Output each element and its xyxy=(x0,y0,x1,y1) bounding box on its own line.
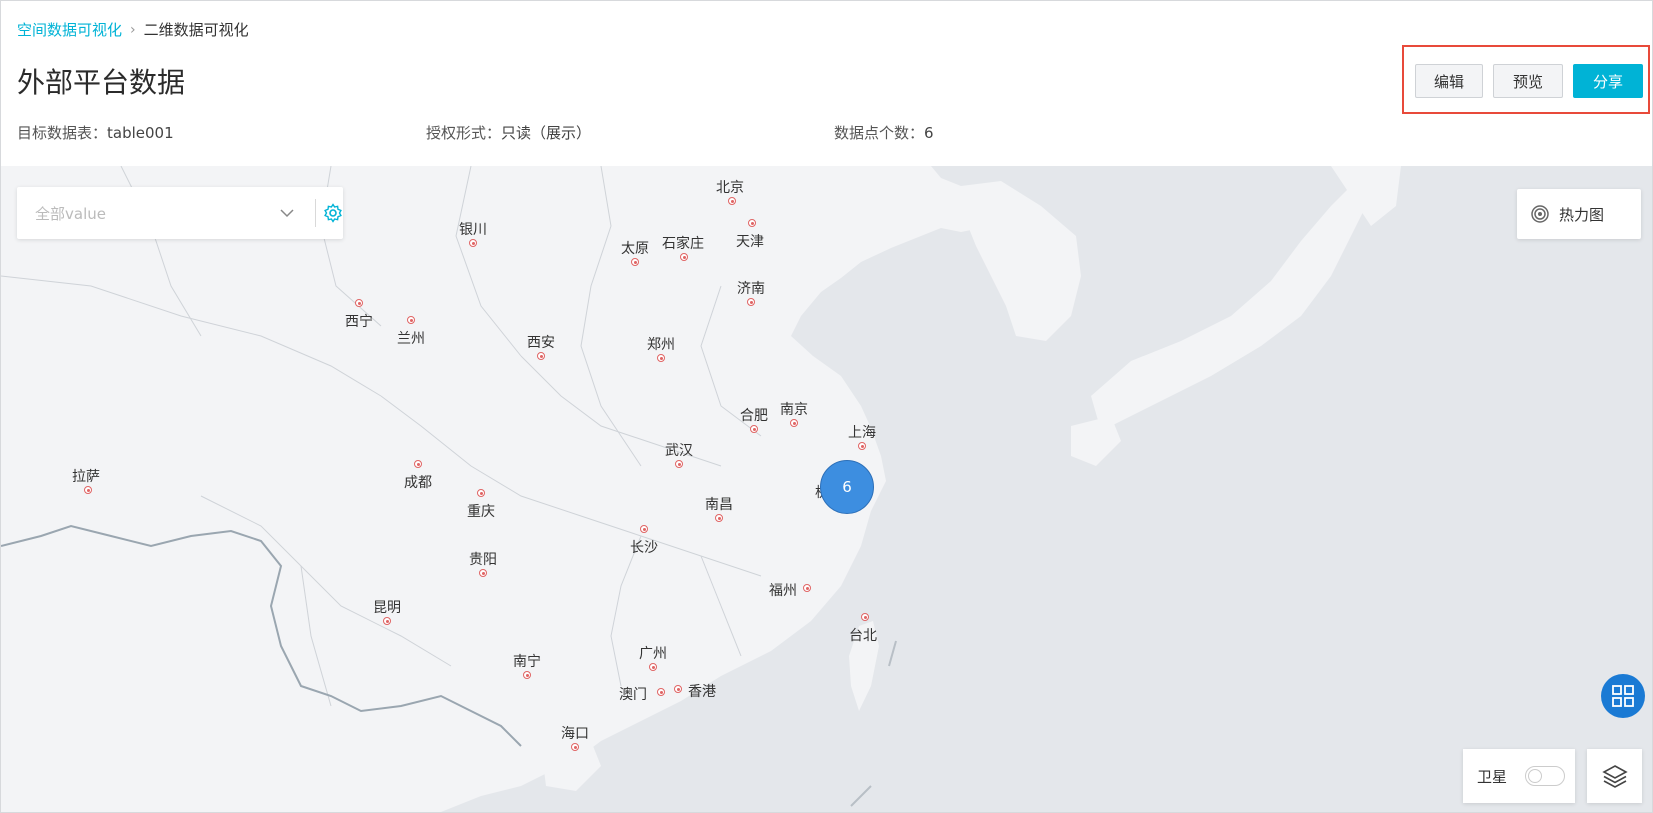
city-label: 武汉 xyxy=(665,443,693,459)
city-marker[interactable] xyxy=(657,688,665,696)
page-title: 外部平台数据 xyxy=(17,66,186,99)
city-marker[interactable] xyxy=(523,671,531,679)
meta-auth-label: 授权形式： xyxy=(426,124,502,142)
city-marker[interactable] xyxy=(748,219,756,227)
heatmap-label: 热力图 xyxy=(1559,205,1605,224)
city-marker[interactable] xyxy=(383,617,391,625)
city-label: 兰州 xyxy=(397,331,425,347)
breadcrumb-current: 二维数据可视化 xyxy=(143,21,249,39)
layers-icon xyxy=(1601,765,1628,788)
city-label: 北京 xyxy=(716,180,744,196)
page-header: 空间数据可视化 › 二维数据可视化 外部平台数据 目标数据表：table001 … xyxy=(1,1,1652,166)
satellite-toggle[interactable] xyxy=(1525,766,1566,786)
city-label: 上海 xyxy=(848,425,876,441)
city-marker[interactable] xyxy=(640,525,648,533)
city-marker[interactable] xyxy=(858,442,866,450)
city-marker[interactable] xyxy=(649,663,657,671)
city-marker[interactable] xyxy=(747,298,755,306)
city-label: 太原 xyxy=(621,241,649,257)
meta-auth-value: 只读（展示） xyxy=(501,124,592,142)
city-marker[interactable] xyxy=(715,514,723,522)
city-marker[interactable] xyxy=(657,354,665,362)
filter-divider xyxy=(315,199,316,227)
city-marker[interactable] xyxy=(803,584,811,592)
gear-icon[interactable] xyxy=(323,203,343,223)
city-label: 海口 xyxy=(561,726,589,742)
city-label: 拉萨 xyxy=(72,469,100,485)
city-label: 长沙 xyxy=(630,540,658,556)
city-marker[interactable] xyxy=(414,460,422,468)
city-marker[interactable] xyxy=(675,460,683,468)
city-label: 南京 xyxy=(780,402,808,418)
city-marker[interactable] xyxy=(571,743,579,751)
city-marker[interactable] xyxy=(728,197,736,205)
value-filter-placeholder: 全部value xyxy=(35,205,106,223)
city-marker[interactable] xyxy=(479,569,487,577)
city-label: 西宁 xyxy=(345,314,373,330)
meta-target-table: 目标数据表：table001 xyxy=(17,122,174,143)
meta-target-table-value: table001 xyxy=(107,124,174,142)
cluster-marker-hangzhou[interactable]: 6 xyxy=(820,460,874,514)
app-window: 空间数据可视化 › 二维数据可视化 外部平台数据 目标数据表：table001 … xyxy=(0,0,1653,813)
breadcrumb: 空间数据可视化 › 二维数据可视化 xyxy=(17,19,249,40)
grid-icon xyxy=(1612,685,1634,707)
city-label: 澳门 xyxy=(619,687,647,703)
satellite-control: 卫星 xyxy=(1463,749,1575,803)
city-label: 福州 xyxy=(769,583,797,599)
city-label: 南宁 xyxy=(513,654,541,670)
edit-button[interactable]: 编辑 xyxy=(1415,64,1483,98)
meta-auth: 授权形式：只读（展示） xyxy=(426,122,591,143)
city-marker[interactable] xyxy=(407,316,415,324)
city-marker[interactable] xyxy=(84,486,92,494)
layers-button[interactable] xyxy=(1587,749,1642,803)
city-label: 重庆 xyxy=(467,504,495,520)
city-marker[interactable] xyxy=(469,239,477,247)
city-label: 郑州 xyxy=(647,337,675,353)
city-label: 成都 xyxy=(404,475,432,491)
map-canvas[interactable]: 北京天津石家庄太原银川济南西宁兰州西安郑州合肥南京上海杭州武汉拉萨成都重庆南昌长… xyxy=(1,166,1652,812)
meta-target-table-label: 目标数据表： xyxy=(17,124,108,142)
heatmap-icon xyxy=(1531,205,1549,223)
city-marker[interactable] xyxy=(680,253,688,261)
chevron-right-icon: › xyxy=(130,21,136,38)
city-marker[interactable] xyxy=(790,419,798,427)
city-marker[interactable] xyxy=(750,425,758,433)
meta-point-count-label: 数据点个数： xyxy=(834,124,925,142)
city-label: 天津 xyxy=(736,234,764,250)
breadcrumb-link-spatial[interactable]: 空间数据可视化 xyxy=(17,19,122,40)
grid-apps-button[interactable] xyxy=(1601,674,1645,718)
city-marker[interactable] xyxy=(674,685,682,693)
city-marker[interactable] xyxy=(537,352,545,360)
city-label: 西安 xyxy=(527,335,555,351)
city-marker[interactable] xyxy=(477,489,485,497)
meta-point-count-value: 6 xyxy=(924,124,934,142)
chevron-down-icon xyxy=(280,209,294,218)
city-label: 广州 xyxy=(639,646,667,662)
value-filter-select[interactable]: 全部value xyxy=(17,187,343,239)
city-label: 石家庄 xyxy=(662,236,704,252)
city-label: 南昌 xyxy=(705,497,733,513)
city-label: 合肥 xyxy=(740,408,768,424)
satellite-label: 卫星 xyxy=(1477,767,1508,786)
action-toolbar: 编辑 预览 分享 xyxy=(1402,45,1650,114)
city-label: 济南 xyxy=(737,281,765,297)
city-label: 香港 xyxy=(688,684,716,700)
city-label: 台北 xyxy=(849,628,877,644)
meta-point-count: 数据点个数：6 xyxy=(834,122,934,143)
city-label: 贵阳 xyxy=(469,552,497,568)
city-marker[interactable] xyxy=(355,299,363,307)
city-label: 银川 xyxy=(459,222,487,238)
share-button[interactable]: 分享 xyxy=(1573,64,1643,98)
heatmap-toggle[interactable]: 热力图 xyxy=(1517,189,1641,239)
city-marker[interactable] xyxy=(861,613,869,621)
city-label: 昆明 xyxy=(373,600,401,616)
city-marker[interactable] xyxy=(631,258,639,266)
preview-button[interactable]: 预览 xyxy=(1493,64,1563,98)
